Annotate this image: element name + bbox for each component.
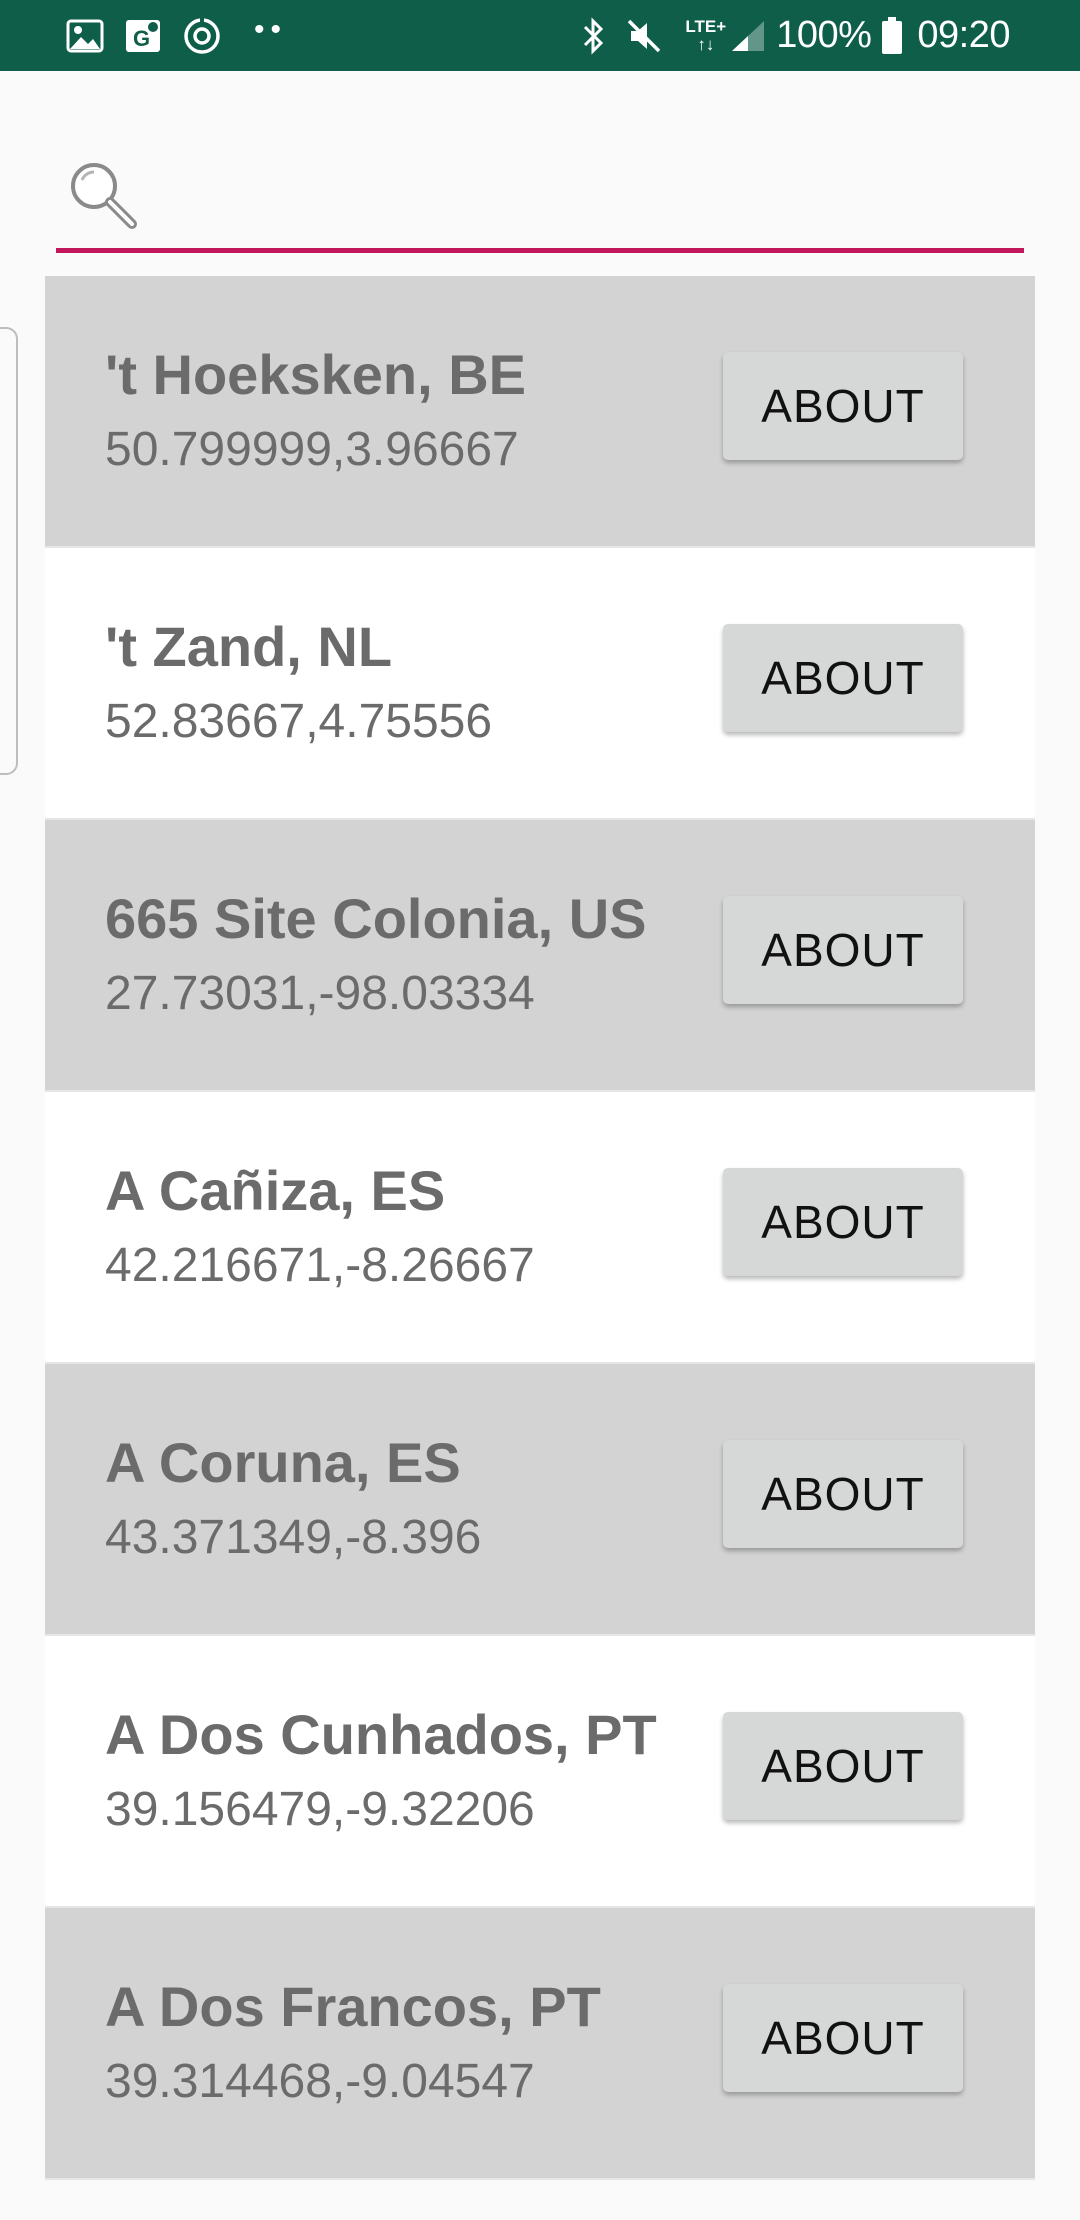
- about-button[interactable]: ABOUT: [723, 624, 963, 732]
- status-bar-notifications: G ••: [66, 0, 287, 71]
- location-coordinates: 27.73031,-98.03334: [105, 967, 535, 1020]
- location-name: 665 Site Colonia, US: [105, 887, 647, 950]
- overflow-notifications: ••: [254, 12, 288, 46]
- location-coordinates: 39.156479,-9.32206: [105, 1783, 535, 1836]
- sync-icon: [182, 16, 222, 56]
- edge-panel-handle[interactable]: [0, 327, 18, 775]
- location-name: 't Zand, NL: [105, 615, 393, 678]
- search-icon[interactable]: [66, 158, 142, 239]
- search-underline: [56, 248, 1024, 253]
- lte-icon: LTE+ ↑↓: [685, 16, 727, 54]
- location-coordinates: 52.83667,4.75556: [105, 695, 493, 748]
- about-button[interactable]: ABOUT: [723, 1984, 963, 2092]
- location-coordinates: 43.371349,-8.396: [105, 1511, 482, 1564]
- location-name: A Cañiza, ES: [105, 1159, 446, 1222]
- signal-icon: [730, 19, 766, 53]
- location-name: A Dos Francos, PT: [105, 1975, 601, 2038]
- list-item[interactable]: A Dos Cunhados, PT 39.156479,-9.32206 ABOU…: [45, 1636, 1035, 1908]
- location-name: 't Hoeksken, BE: [105, 343, 527, 406]
- location-coordinates: 39.314468,-9.04547: [105, 2055, 535, 2108]
- location-coordinates: 50.799999,3.96667: [105, 423, 519, 476]
- location-name: A Coruna, ES: [105, 1431, 461, 1494]
- battery-icon: [881, 16, 903, 55]
- bluetooth-icon: [581, 16, 607, 55]
- location-list[interactable]: 't Hoeksken, BE 50.799999,3.96667 ABOUT't …: [45, 276, 1035, 2180]
- list-item[interactable]: 't Hoeksken, BE 50.799999,3.96667 ABOUT: [45, 276, 1035, 548]
- list-item[interactable]: A Dos Francos, PT 39.314468,-9.04547 ABOUT: [45, 1908, 1035, 2180]
- list-item[interactable]: A Coruna, ES 43.371349,-8.396 ABOUT: [45, 1364, 1035, 1636]
- mute-icon: [625, 17, 663, 55]
- list-item[interactable]: 't Zand, NL 52.83667,4.75556 ABOUT: [45, 548, 1035, 820]
- search-input[interactable]: [146, 170, 1010, 232]
- status-bar-system: LTE+ ↑↓ 100% 09:20: [563, 0, 1010, 71]
- about-button[interactable]: ABOUT: [723, 896, 963, 1004]
- maps-icon: G: [124, 18, 162, 54]
- search-bar[interactable]: [56, 150, 1024, 256]
- about-button[interactable]: ABOUT: [723, 1440, 963, 1548]
- location-coordinates: 42.216671,-8.26667: [105, 1239, 535, 1292]
- list-item[interactable]: A Cañiza, ES 42.216671,-8.26667 ABOUT: [45, 1092, 1035, 1364]
- about-button[interactable]: ABOUT: [723, 352, 963, 460]
- battery-percent: 100%: [776, 14, 872, 56]
- status-bar: G •• LTE+ ↑↓ 100% 09:20: [0, 0, 1080, 71]
- svg-text:G: G: [133, 26, 150, 51]
- list-item[interactable]: 665 Site Colonia, US 27.73031,-98.03334 AB…: [45, 820, 1035, 1092]
- location-name: A Dos Cunhados, PT: [105, 1703, 657, 1766]
- gallery-icon: [66, 19, 104, 53]
- clock: 09:20: [917, 14, 1010, 56]
- about-button[interactable]: ABOUT: [723, 1168, 963, 1276]
- about-button[interactable]: ABOUT: [723, 1712, 963, 1820]
